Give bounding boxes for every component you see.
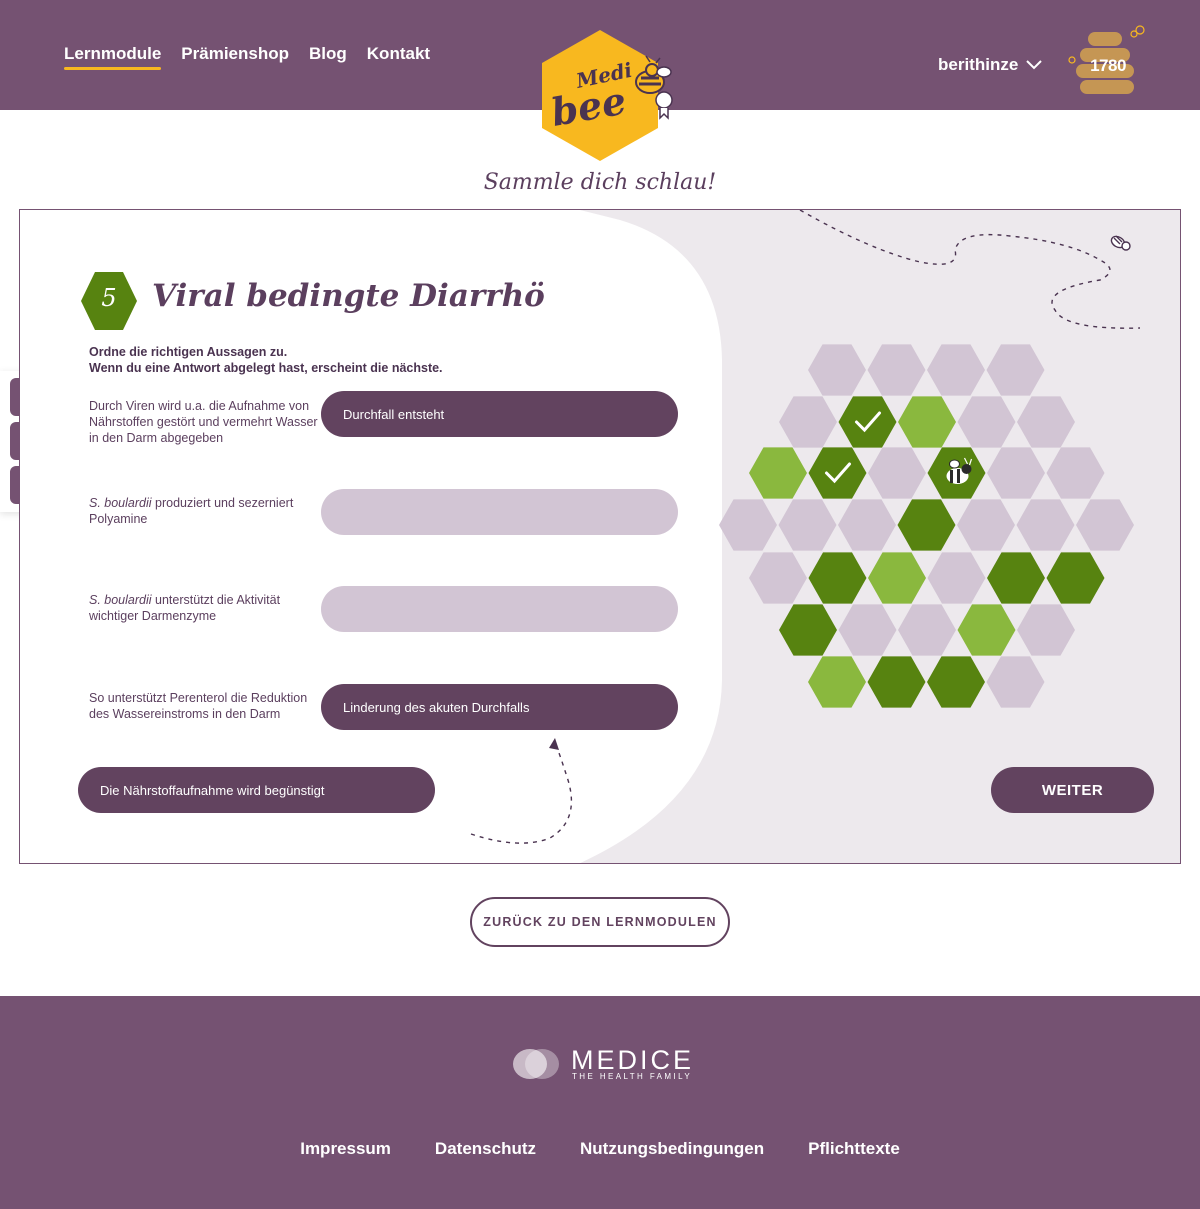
footer-link-nutzungsbedingungen[interactable]: Nutzungsbedingungen — [580, 1139, 764, 1159]
footer-link-pflichttexte[interactable]: Pflichttexte — [808, 1139, 900, 1159]
back-to-modules-button[interactable]: ZURÜCK ZU DEN LERNMODULEN — [470, 897, 730, 947]
answer-slot-2[interactable] — [321, 489, 678, 535]
statement-1: Durch Viren wird u.a. die Aufnahme von N… — [89, 399, 318, 445]
points-count: 1780 — [1090, 56, 1126, 75]
footer-link-datenschutz[interactable]: Datenschutz — [435, 1139, 536, 1159]
instructions: Ordne die richtigen Aussagen zu. Wenn du… — [89, 344, 443, 376]
answer-slot-3[interactable] — [321, 586, 678, 632]
instruction-line-1: Ordne die richtigen Aussagen zu. — [89, 345, 288, 359]
site-footer — [0, 996, 1200, 1209]
footer-links: Impressum Datenschutz Nutzungsbedingunge… — [0, 1139, 1200, 1159]
statement-4: So unterstützt Perenterol die Reduktion … — [89, 691, 308, 721]
chevron-down-icon — [1026, 60, 1043, 70]
statement-2: S. boulardii produziert und sezerniert P… — [89, 496, 294, 526]
nav-blog[interactable]: Blog — [309, 44, 347, 70]
medice-tagline: THE HEALTH FAMILY — [572, 1072, 693, 1081]
nav-lernmodule[interactable]: Lernmodule — [64, 44, 162, 70]
nav-praemienshop[interactable]: Prämienshop — [181, 44, 289, 70]
footer-link-impressum[interactable]: Impressum — [300, 1139, 391, 1159]
next-button[interactable]: WEITER — [991, 767, 1154, 813]
username: berithinze — [938, 55, 1019, 74]
medibee-logo[interactable]: Medi bee — [538, 28, 678, 163]
user-menu[interactable]: berithinze — [938, 55, 1043, 75]
answer-slot-4[interactable]: Linderung des akuten Durchfalls — [321, 684, 678, 730]
draggable-answer[interactable]: Die Nährstoffaufnahme wird begünstigt — [78, 767, 435, 813]
answer-slot-1[interactable]: Durchfall entsteht — [321, 391, 678, 437]
statement-3: S. boulardii unterstützt die Aktivität w… — [89, 593, 281, 623]
learning-module-card: 5 Viral bedingte Diarrhö Ordne die richt… — [19, 209, 1181, 864]
slogan: Sammle dich schlau! — [483, 170, 717, 195]
nav-kontakt[interactable]: Kontakt — [367, 44, 430, 70]
module-number: 5 — [101, 284, 117, 312]
module-title: Viral bedingte Diarrhö — [152, 278, 545, 314]
instruction-line-2: Wenn du eine Antwort abgelegt hast, ersc… — [89, 361, 443, 375]
main-nav: Lernmodule Prämienshop Blog Kontakt — [64, 44, 430, 70]
